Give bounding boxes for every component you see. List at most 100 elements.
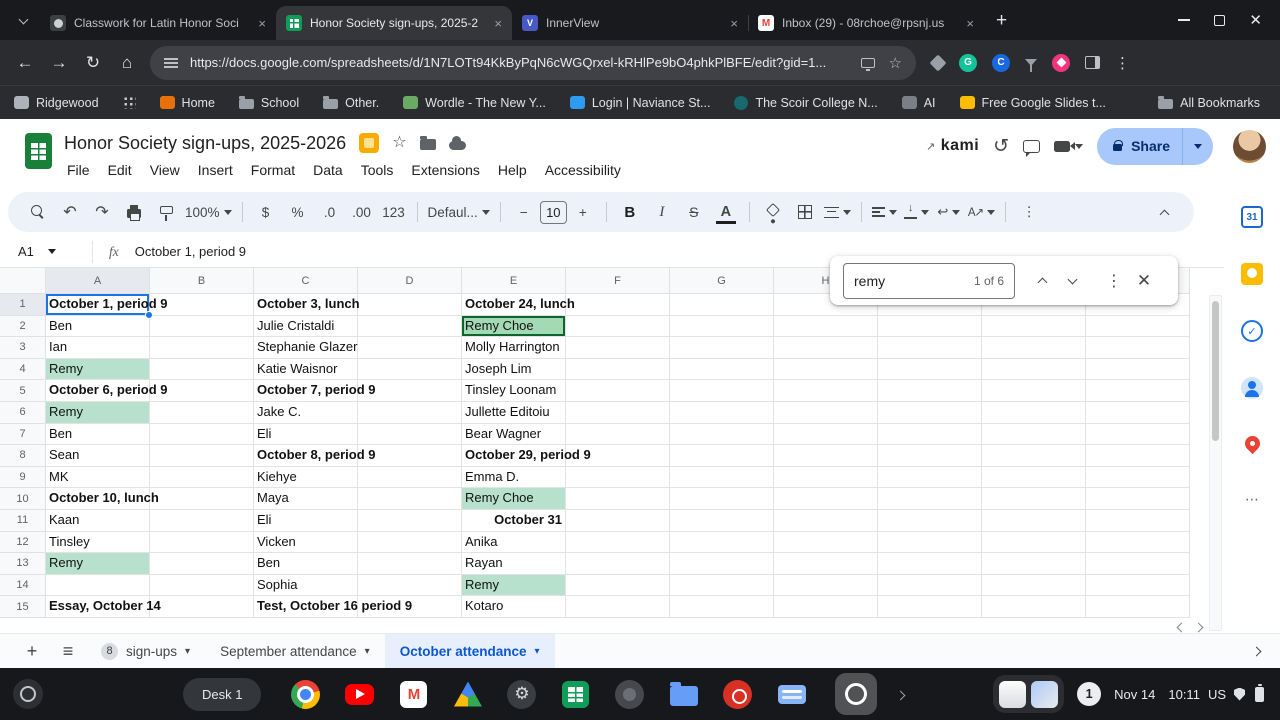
bookmark-item[interactable]: Home: [160, 96, 215, 110]
print-button[interactable]: [121, 198, 147, 226]
fill-handle[interactable]: [145, 311, 153, 319]
find-field[interactable]: 1 of 6: [843, 263, 1015, 299]
cell-D2[interactable]: [358, 316, 462, 338]
menu-data[interactable]: Data: [304, 159, 352, 181]
scroll-left-icon[interactable]: [1177, 623, 1187, 633]
bookmark-item[interactable]: Login | Naviance St...: [570, 96, 711, 110]
share-menu-button[interactable]: [1182, 128, 1213, 165]
menu-view[interactable]: View: [141, 159, 189, 181]
cell-J8[interactable]: [982, 445, 1086, 467]
screenshot-thumbnail[interactable]: [999, 681, 1026, 708]
cell-D3[interactable]: [358, 337, 462, 359]
menu-file[interactable]: File: [58, 159, 99, 181]
cell-I5[interactable]: [878, 380, 982, 402]
row-header-10[interactable]: 10: [0, 488, 46, 510]
cell-I15[interactable]: [878, 596, 982, 618]
cell-J15[interactable]: [982, 596, 1086, 618]
tab-search-button[interactable]: [10, 8, 36, 34]
cell-I12[interactable]: [878, 532, 982, 554]
cell-E6[interactable]: Jullette Editoiu: [462, 402, 566, 424]
menu-help[interactable]: Help: [489, 159, 536, 181]
cell-A1[interactable]: October 1, period 9: [46, 294, 150, 316]
cell-E1[interactable]: October 24, lunch: [462, 294, 566, 316]
row-header-4[interactable]: 4: [0, 359, 46, 381]
cell-C10[interactable]: Maya: [254, 488, 358, 510]
cell-E9[interactable]: Emma D.: [462, 467, 566, 489]
cell-B2[interactable]: [150, 316, 254, 338]
column-header-E[interactable]: E: [462, 268, 566, 294]
cell-G11[interactable]: [670, 510, 774, 532]
menu-accessibility[interactable]: Accessibility: [536, 159, 630, 181]
forward-button[interactable]: →: [42, 46, 76, 80]
home-button[interactable]: ⌂: [110, 46, 144, 80]
add-sheet-button[interactable]: +: [14, 634, 50, 669]
cell-K6[interactable]: [1086, 402, 1190, 424]
cell-I14[interactable]: [878, 575, 982, 597]
cell-H2[interactable]: [774, 316, 878, 338]
calendar-icon[interactable]: 31: [1241, 206, 1263, 228]
cell-K9[interactable]: [1086, 467, 1190, 489]
row-header-5[interactable]: 5: [0, 380, 46, 402]
cell-I11[interactable]: [878, 510, 982, 532]
cell-F3[interactable]: [566, 337, 670, 359]
cell-H9[interactable]: [774, 467, 878, 489]
paint-format-button[interactable]: [153, 198, 179, 226]
sheet-tab-menu-icon[interactable]: ▾: [534, 646, 539, 657]
cell-I10[interactable]: [878, 488, 982, 510]
bookmark-item[interactable]: [123, 96, 136, 109]
cell-J3[interactable]: [982, 337, 1086, 359]
kami-extension-icon[interactable]: [1052, 54, 1070, 72]
red-app-icon[interactable]: [721, 678, 754, 711]
cell-B8[interactable]: [150, 445, 254, 467]
cell-K14[interactable]: [1086, 575, 1190, 597]
cell-A14[interactable]: [46, 575, 150, 597]
cell-C15[interactable]: Test, October 16 period 9: [254, 596, 358, 618]
cell-H7[interactable]: [774, 424, 878, 446]
cell-I6[interactable]: [878, 402, 982, 424]
column-header-C[interactable]: C: [254, 268, 358, 294]
cell-K15[interactable]: [1086, 596, 1190, 618]
side-panel-toggle[interactable]: [1253, 642, 1260, 660]
cell-B14[interactable]: [150, 575, 254, 597]
cell-C1[interactable]: October 3, lunch: [254, 294, 358, 316]
cell-D6[interactable]: [358, 402, 462, 424]
tasks-icon[interactable]: ✓: [1241, 320, 1263, 342]
cell-F5[interactable]: [566, 380, 670, 402]
font-size-input[interactable]: 10: [540, 201, 567, 224]
sheets-logo-icon[interactable]: [25, 133, 52, 169]
bookmark-item[interactable]: The Scoir College N...: [734, 96, 877, 110]
cell-K4[interactable]: [1086, 359, 1190, 381]
contacts-icon[interactable]: [1241, 377, 1263, 399]
cell-D13[interactable]: [358, 553, 462, 575]
sheet-tab-menu-icon[interactable]: ▾: [185, 646, 190, 657]
side-panel-icon[interactable]: [1085, 56, 1100, 69]
gmail-icon[interactable]: M: [397, 678, 430, 711]
cell-K8[interactable]: [1086, 445, 1190, 467]
cell-B15[interactable]: [150, 596, 254, 618]
star-icon[interactable]: ☆: [392, 135, 406, 151]
cell-D12[interactable]: [358, 532, 462, 554]
cell-H6[interactable]: [774, 402, 878, 424]
cell-G15[interactable]: [670, 596, 774, 618]
wallet-icon[interactable]: [775, 678, 808, 711]
cell-K7[interactable]: [1086, 424, 1190, 446]
bookmark-item[interactable]: School: [239, 96, 299, 110]
cell-A6[interactable]: Remy: [46, 402, 150, 424]
cell-G9[interactable]: [670, 467, 774, 489]
camera-icon[interactable]: [845, 683, 867, 705]
row-header-2[interactable]: 2: [0, 316, 46, 338]
cell-A11[interactable]: Kaan: [46, 510, 150, 532]
formula-input[interactable]: October 1, period 9: [135, 244, 246, 259]
url-text[interactable]: https://docs.google.com/spreadsheets/d/1…: [190, 55, 851, 70]
cell-F13[interactable]: [566, 553, 670, 575]
find-input[interactable]: [854, 273, 946, 289]
cell-K11[interactable]: [1086, 510, 1190, 532]
cell-F15[interactable]: [566, 596, 670, 618]
cell-E8[interactable]: October 29, period 9: [462, 445, 566, 467]
text-color-button[interactable]: A: [713, 198, 739, 226]
find-next-button[interactable]: [1057, 266, 1087, 296]
cell-D1[interactable]: [358, 294, 462, 316]
row-header-13[interactable]: 13: [0, 553, 46, 575]
cell-I8[interactable]: [878, 445, 982, 467]
holding-space[interactable]: [993, 675, 1064, 713]
